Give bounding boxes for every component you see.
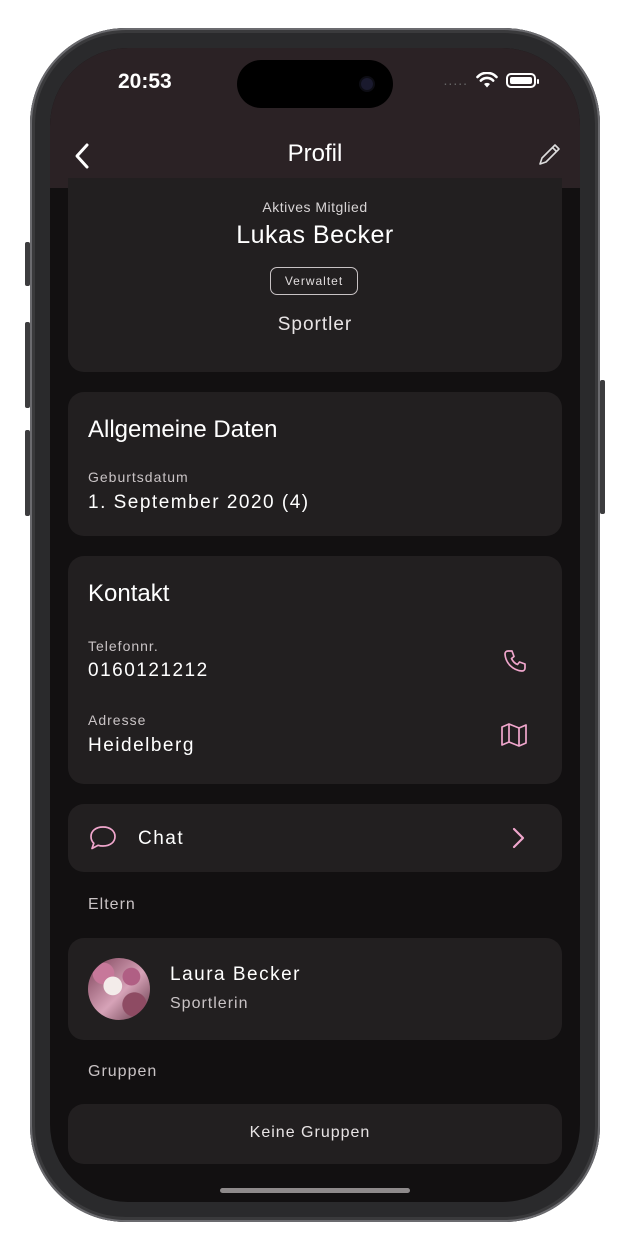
groups-empty-card: Keine Gruppen [68,1104,562,1164]
first-name: Lukas [236,221,306,249]
phone-label: Telefonnr. [88,638,159,654]
contact-card: Kontakt Telefonnr. 0160121212 Adresse He… [68,556,562,784]
mute-switch [25,242,30,286]
top-bar: 20:53 ..... Profil [50,48,580,188]
birthdate-value: 1. September 2020 (4) [88,492,310,513]
chevron-right-icon [512,827,525,849]
member-status: Aktives Mitglied [262,199,368,215]
address-label: Adresse [88,712,147,728]
parent-name: Laura Becker [170,964,302,985]
last-name: Becker [312,221,394,249]
signal-dots-icon: ..... [443,72,468,88]
volume-up-button [25,322,30,408]
chat-bubble-icon [90,826,116,850]
screen: 20:53 ..... Profil Aktives Mitglied Luka… [50,48,580,1202]
page-title: Profil [287,140,343,167]
address-value[interactable]: Heidelberg [88,735,195,757]
groups-caption: Gruppen [88,1063,158,1080]
member-name: Lukas Becker [68,221,562,250]
member-role: Sportler [277,314,353,335]
volume-down-button [25,430,30,516]
parent-row[interactable]: Laura Becker Sportlerin [68,938,562,1040]
home-indicator[interactable] [220,1188,410,1193]
map-icon[interactable] [500,722,528,748]
birthdate-label: Geburtsdatum [88,469,189,485]
managed-badge: Verwaltet [270,267,358,295]
parent-role: Sportlerin [170,995,249,1012]
battery-icon [506,72,539,88]
general-data-card: Allgemeine Daten Geburtsdatum 1. Septemb… [68,392,562,536]
avatar [88,958,150,1020]
dynamic-island [237,60,393,108]
no-groups-label: Keine Gruppen [249,1124,371,1141]
status-icons: ..... [443,72,539,88]
profile-header-card: Aktives Mitglied Lukas Becker Verwaltet … [68,178,562,372]
camera-icon [361,78,373,90]
power-button [600,380,605,514]
edit-pencil-icon[interactable] [536,142,562,168]
parents-caption: Eltern [88,896,136,913]
status-time: 20:53 [118,70,172,93]
phone-icon[interactable] [502,648,528,674]
general-data-title: Allgemeine Daten [88,416,278,443]
contact-title: Kontakt [88,580,170,607]
chat-row[interactable]: Chat [68,804,562,872]
chat-label: Chat [138,828,185,849]
phone-value[interactable]: 0160121212 [88,660,209,682]
wifi-icon [476,72,498,88]
